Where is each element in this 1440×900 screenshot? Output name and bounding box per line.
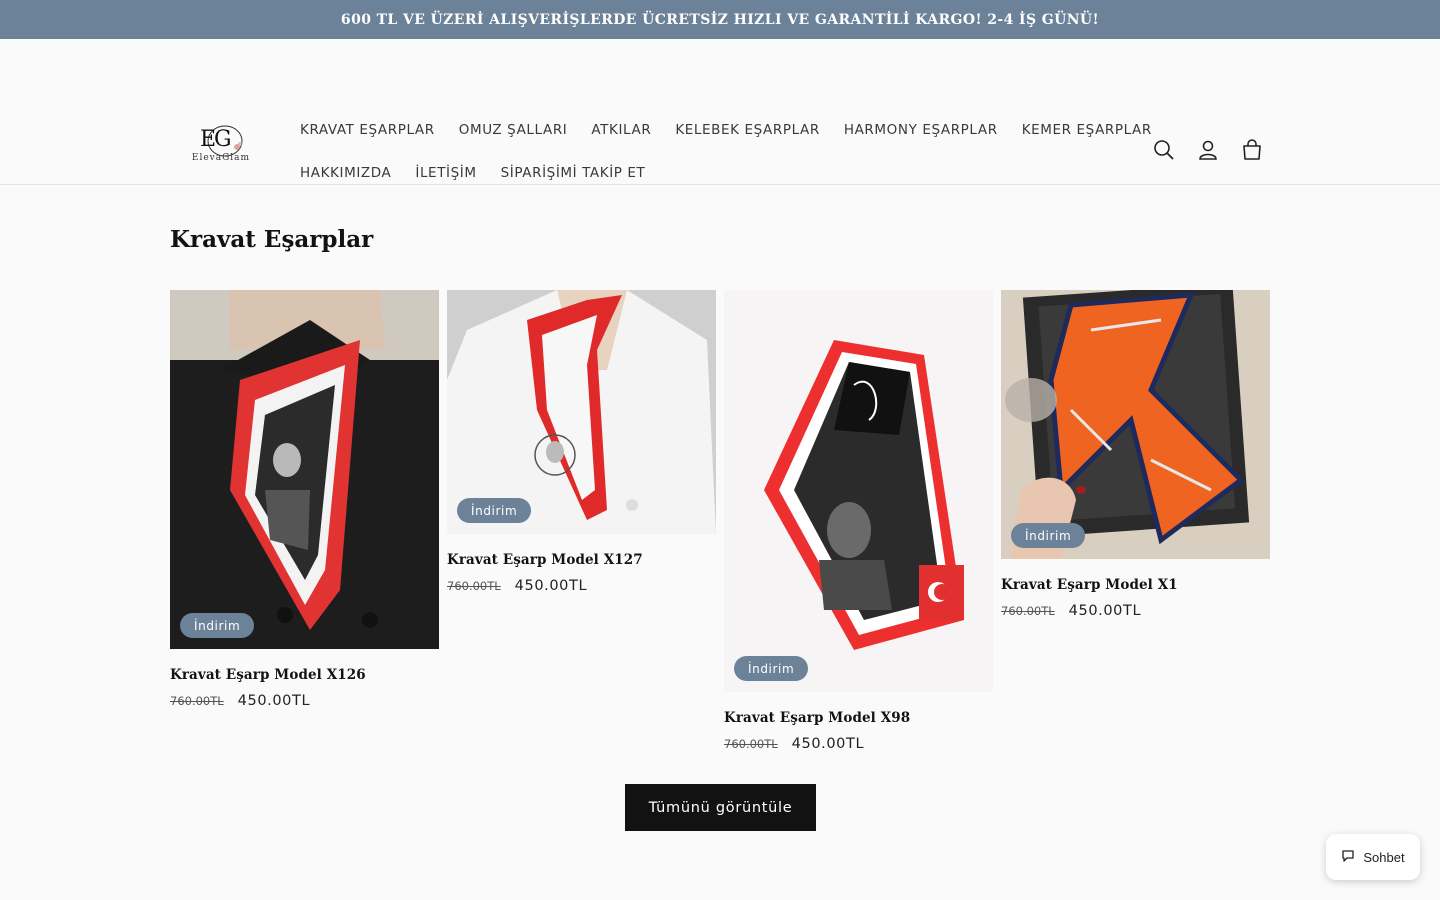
search-icon[interactable] (1148, 134, 1180, 166)
sale-badge: İndirim (457, 498, 532, 523)
chat-bubble-icon (1341, 849, 1355, 866)
product-title[interactable]: Kravat Eşarp Model X98 (724, 710, 993, 726)
price-row: 760.00TL 450.00TL (724, 736, 993, 752)
price-sale: 450.00TL (1068, 603, 1142, 619)
collection-title: Kravat Eşarplar (170, 226, 374, 253)
store-logo[interactable]: EG ElevaGlam (186, 119, 252, 181)
announcement-bar: 600 TL VE ÜZERİ ALIŞVERİŞLERDE ÜCRETSİZ … (0, 0, 1440, 39)
nav-item-iletisim[interactable]: İLETİŞİM (403, 165, 488, 181)
price-row: 760.00TL 450.00TL (1001, 603, 1270, 619)
logo-initials: EG (200, 127, 232, 152)
product-title[interactable]: Kravat Eşarp Model X126 (170, 667, 439, 683)
account-icon[interactable] (1192, 134, 1224, 166)
main-navigation: KRAVAT EŞARPLAR OMUZ ŞALLARI ATKILAR KEL… (288, 111, 1151, 197)
nav-row-primary: KRAVAT EŞARPLAR OMUZ ŞALLARI ATKILAR KEL… (288, 111, 1151, 149)
price-row: 760.00TL 450.00TL (447, 578, 716, 594)
price-regular: 760.00TL (447, 579, 501, 593)
cart-icon[interactable] (1236, 134, 1268, 166)
chat-button[interactable]: Sohbet (1326, 834, 1420, 880)
product-title[interactable]: Kravat Eşarp Model X127 (447, 552, 716, 568)
price-regular: 760.00TL (1001, 604, 1055, 618)
sale-badge: İndirim (180, 613, 255, 638)
product-title[interactable]: Kravat Eşarp Model X1 (1001, 577, 1270, 593)
product-image[interactable]: İndirim (447, 290, 716, 534)
nav-item-kelebek-esarplar[interactable]: KELEBEK EŞARPLAR (663, 122, 832, 138)
site-header: EG ElevaGlam KRAVAT EŞARPLAR OMUZ ŞALLAR… (0, 39, 1440, 185)
nav-item-harmony-esarplar[interactable]: HARMONY EŞARPLAR (832, 122, 1010, 138)
announcement-text: 600 TL VE ÜZERİ ALIŞVERİŞLERDE ÜCRETSİZ … (340, 11, 1100, 28)
sale-badge: İndirim (1011, 523, 1086, 548)
product-card[interactable]: İndirim Kravat Eşarp Model X98 760.00TL … (724, 290, 993, 752)
view-all-button[interactable]: Tümünü görüntüle (625, 784, 816, 831)
nav-item-omuz-sallari[interactable]: OMUZ ŞALLARI (447, 122, 580, 138)
product-card[interactable]: İndirim Kravat Eşarp Model X127 760.00TL… (447, 290, 716, 594)
price-regular: 760.00TL (724, 737, 778, 751)
price-row: 760.00TL 450.00TL (170, 693, 439, 709)
logo-wordmark: ElevaGlam (191, 153, 251, 163)
product-image[interactable]: İndirim (170, 290, 439, 649)
nav-item-kravat-esarplar[interactable]: KRAVAT EŞARPLAR (288, 122, 447, 138)
nav-row-secondary: HAKKIMIZDA İLETİŞİM SİPARİŞİMİ TAKİP ET (288, 154, 1108, 192)
nav-item-atkilar[interactable]: ATKILAR (579, 122, 663, 138)
sale-badge: İndirim (734, 656, 809, 681)
product-image[interactable]: İndirim (1001, 290, 1270, 559)
nav-item-hakkimizda[interactable]: HAKKIMIZDA (288, 165, 403, 181)
price-sale: 450.00TL (791, 736, 865, 752)
price-sale: 450.00TL (237, 693, 311, 709)
product-image[interactable]: İndirim (724, 290, 993, 692)
price-sale: 450.00TL (514, 578, 588, 594)
chat-label: Sohbet (1363, 849, 1405, 865)
product-card[interactable]: İndirim Kravat Eşarp Model X1 760.00TL 4… (1001, 290, 1270, 619)
header-icons (1148, 134, 1268, 166)
price-regular: 760.00TL (170, 694, 224, 708)
nav-item-kemer-esarplar[interactable]: KEMER EŞARPLAR (1010, 122, 1164, 138)
nav-item-siparis-takip[interactable]: SİPARİŞİMİ TAKİP ET (489, 165, 658, 181)
product-card[interactable]: İndirim Kravat Eşarp Model X126 760.00TL… (170, 290, 439, 709)
